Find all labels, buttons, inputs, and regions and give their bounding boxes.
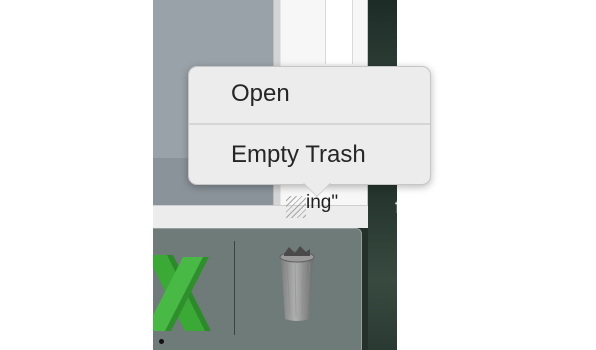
dock <box>153 228 362 350</box>
resize-grip[interactable] <box>286 196 306 218</box>
dock-context-menu: Open Empty Trash <box>188 66 431 185</box>
screenshot-stage: ing" f <box>0 0 596 350</box>
trash-icon <box>279 246 315 321</box>
desktop-partial-text: f <box>395 197 397 219</box>
context-menu-pointer <box>303 182 331 196</box>
running-indicator <box>159 339 164 344</box>
menu-item-empty-trash[interactable]: Empty Trash <box>189 128 430 182</box>
excel-x-icon <box>153 255 211 331</box>
dock-item-trash[interactable] <box>275 243 319 323</box>
menu-item-open[interactable]: Open <box>189 67 430 121</box>
menu-separator <box>189 123 430 125</box>
dock-item-excel[interactable] <box>153 249 211 337</box>
dock-separator <box>234 241 235 335</box>
window-scroll-strip[interactable] <box>325 0 353 64</box>
